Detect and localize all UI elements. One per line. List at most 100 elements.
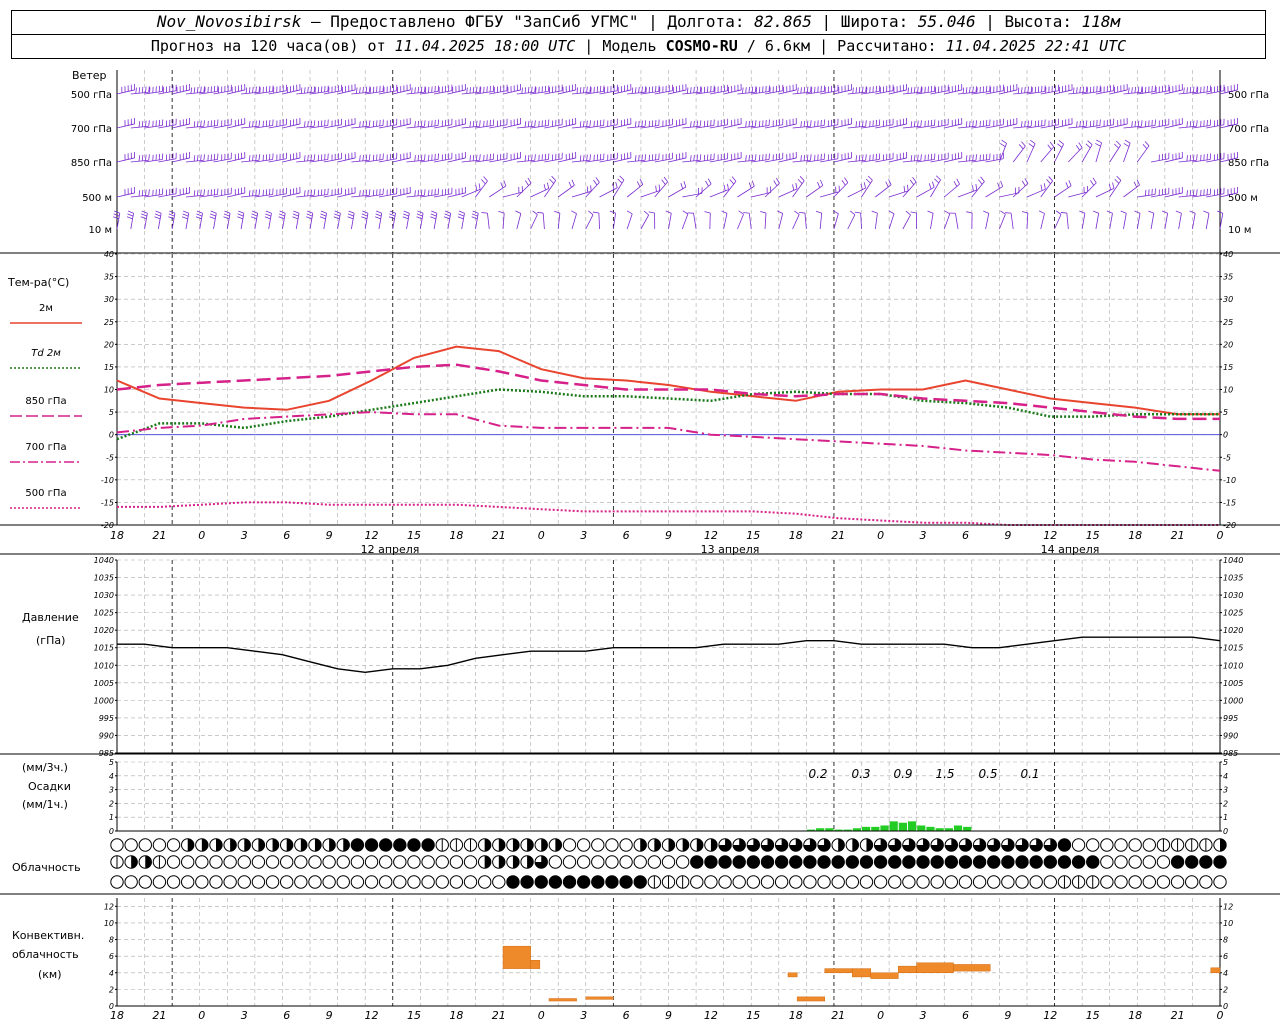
wind-barb-feather (313, 154, 316, 161)
cloud-symbol (944, 838, 959, 852)
time-tick-label-bottom: 9 (665, 1009, 672, 1022)
wind-barb-feather (1000, 180, 1004, 187)
cloud-symbol (605, 855, 619, 869)
wind-barb-staff (1164, 213, 1169, 230)
conv-cloud-bar (1210, 967, 1221, 974)
cloud-circle (1128, 875, 1142, 889)
wind-barb-feather (760, 211, 767, 214)
wind-barb-staff (778, 188, 798, 198)
cloud-symbol (477, 838, 492, 852)
wind-barb-feather (903, 185, 906, 192)
wind-level-label-right: 10 м (1228, 225, 1251, 236)
wind-barb-feather (223, 216, 230, 220)
cloud-symbol (675, 855, 690, 869)
cloud-overcast (958, 855, 973, 869)
time-tick-label-bottom: 15 (1086, 1009, 1100, 1022)
cloud-symbol (520, 855, 534, 869)
wind-barb-feather (306, 213, 313, 217)
cloud-symbol (1029, 838, 1043, 852)
wind-barb-feather (680, 182, 684, 189)
wind-barb-feather (190, 87, 193, 94)
wind-barb-feather (255, 120, 257, 127)
time-tick-label-bottom: 3 (580, 1009, 587, 1022)
wind-barb-feather (141, 154, 144, 161)
cloud-symbol (817, 855, 831, 869)
cloud-symbol (1142, 855, 1156, 869)
wind-barb-staff (557, 184, 575, 198)
time-tick-label: 12 (1043, 529, 1057, 542)
cloud-symbol (534, 875, 548, 889)
wind-barb-feather (1175, 210, 1182, 214)
cloud-symbol (718, 838, 732, 852)
cloud-symbol (789, 855, 803, 869)
wind-barb-feather (193, 121, 196, 128)
wind-barb-feather (956, 178, 960, 185)
cloud-symbol (591, 875, 605, 889)
wind-barb-feather (1131, 121, 1133, 128)
wind-barb-staff (487, 213, 490, 230)
wind-barb-feather (475, 154, 478, 161)
wind-barb-staff (1178, 213, 1182, 230)
wind-barb-feather (1148, 210, 1154, 214)
cloud-circle (209, 855, 223, 869)
wind-barb-feather (1141, 86, 1143, 93)
cloud-circle (364, 875, 379, 889)
cloud-symbol (902, 875, 916, 889)
wind-barb-feather (362, 154, 364, 161)
wind-barb-feather (1092, 210, 1099, 214)
cloud-circle (930, 875, 944, 889)
wind-barb-staff (709, 189, 729, 198)
cloud-symbol (1086, 838, 1100, 852)
wind-barb-feather (693, 154, 695, 161)
cloud-symbol (251, 838, 266, 852)
wind-barb-feather (917, 120, 919, 127)
wind-barb-feather (1000, 210, 1006, 215)
cloud-half (300, 838, 308, 852)
cloud-circle (350, 855, 365, 869)
cloud-symbol (181, 838, 195, 852)
wind-barb-feather (817, 181, 821, 188)
wind-barb-feather (643, 210, 649, 216)
wind-barb-feather (696, 154, 699, 161)
wind-barb-feather (795, 182, 798, 189)
cloud-symbol (888, 855, 902, 869)
wind-barb-staff (888, 213, 895, 230)
wind-barb-feather (347, 213, 354, 217)
wind-barb-feather (803, 154, 806, 161)
conv-title-1: Конвективн. (12, 929, 84, 942)
wind-barb-feather (368, 154, 371, 161)
cloud-symbol (520, 875, 534, 889)
cloud-circle (591, 838, 605, 852)
time-tick-label-bottom: 3 (920, 1009, 927, 1022)
cloud-symbol (294, 855, 308, 869)
cloud-symbol (746, 855, 761, 869)
cloud-symbol (166, 875, 181, 889)
wind-barb-feather (475, 120, 478, 127)
wind-barb-feather (806, 120, 809, 127)
cloud-symbol (421, 838, 435, 852)
wind-barb-feather (1142, 144, 1148, 150)
wind-barb-feather (1060, 212, 1067, 214)
cloud-overcast (972, 855, 987, 869)
wind-barb-staff (943, 183, 960, 198)
y-tick-label-left: 4 (109, 772, 114, 781)
y-tick-label-left: 40 (104, 250, 114, 259)
conv-cloud-bar (824, 968, 853, 974)
wind-barb-feather (140, 216, 147, 220)
cloud-symbol (279, 855, 294, 869)
wind-barb-feather (359, 121, 361, 128)
cloud-symbol (1128, 875, 1142, 889)
cloud-overcast (562, 875, 577, 889)
wind-barb-staff (682, 192, 703, 198)
wind-barb-feather (751, 86, 754, 93)
y-tick-label-right: 10 (1223, 386, 1233, 395)
wind-barb-staff (943, 213, 951, 230)
wind-barb-feather (248, 121, 251, 128)
wind-barb-feather (806, 154, 809, 161)
cloud-symbol (562, 838, 577, 852)
cloud-symbol (1071, 838, 1086, 852)
cloud-circle (223, 855, 237, 869)
wind-barb-feather (927, 210, 934, 214)
cloud-symbol (322, 855, 336, 869)
wind-barb-feather (910, 211, 917, 214)
